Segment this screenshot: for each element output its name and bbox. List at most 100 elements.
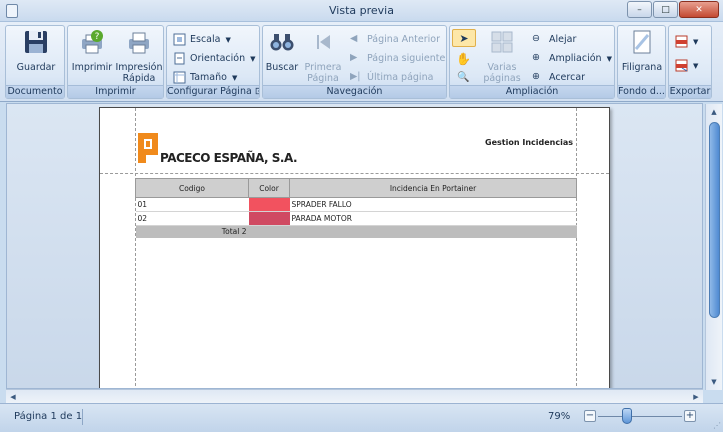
company-name: PACECO ESPAÑA, S.A. bbox=[160, 151, 298, 165]
vertical-scroll-thumb[interactable] bbox=[709, 122, 720, 318]
group-label-exportar: Exportar bbox=[669, 85, 711, 98]
group-imprimir: ? Imprimir Impresión Rápida Imprimir bbox=[67, 25, 164, 99]
orientation-icon bbox=[174, 52, 185, 65]
export-send-dropdown[interactable]: ▼ bbox=[675, 58, 698, 73]
column-header-color: Color bbox=[248, 178, 290, 198]
zoom-tool-button[interactable]: 🔍 bbox=[457, 70, 469, 85]
scroll-down-icon[interactable]: ▼ bbox=[706, 374, 722, 390]
zoom-in-icon: ⊕ bbox=[532, 71, 540, 82]
multiple-pages-icon bbox=[491, 31, 513, 53]
page-info: Página 1 de 1 bbox=[14, 411, 83, 422]
pagina-siguiente-button[interactable]: ▶ Página siguiente bbox=[350, 51, 445, 66]
chevron-down-icon: ▼ bbox=[693, 61, 699, 70]
print-help-icon: ? bbox=[82, 30, 103, 54]
group-label-fondo: Fondo d... bbox=[618, 85, 665, 98]
pdf-icon bbox=[675, 35, 688, 48]
group-label-imprimir: Imprimir bbox=[68, 85, 163, 98]
cell-incidencia: PARADA MOTOR bbox=[289, 211, 577, 226]
scroll-left-icon[interactable]: ◀ bbox=[6, 390, 20, 404]
zoom-out-button[interactable]: − bbox=[584, 410, 596, 422]
cell-color-swatch bbox=[248, 211, 290, 226]
chevron-down-icon: ▼ bbox=[606, 54, 612, 63]
close-button[interactable]: ✕ bbox=[679, 1, 719, 18]
export-mail-icon bbox=[675, 59, 688, 72]
quick-print-icon bbox=[129, 32, 149, 54]
last-page-icon: ▶| bbox=[350, 71, 361, 82]
margin-guide bbox=[100, 173, 609, 174]
buscar-button[interactable]: Buscar bbox=[265, 29, 299, 73]
ampliacion-dropdown[interactable]: ⊕ Ampliación ▼ bbox=[532, 51, 612, 66]
minimize-button[interactable]: – bbox=[627, 1, 652, 18]
scroll-up-icon[interactable]: ▲ bbox=[706, 104, 722, 120]
scale-icon bbox=[173, 33, 186, 46]
group-fondo: Filigrana Fondo d... bbox=[617, 25, 666, 99]
chevron-down-icon: ▼ bbox=[250, 54, 256, 63]
pagina-anterior-button[interactable]: ◀ Página Anterior bbox=[350, 32, 440, 47]
zoom-slider-thumb[interactable] bbox=[621, 408, 632, 424]
next-page-icon: ▶ bbox=[350, 52, 358, 63]
column-header-codigo: Codigo bbox=[135, 178, 249, 198]
window-title: Vista previa bbox=[329, 4, 394, 17]
resize-grip-icon[interactable]: ⋰ bbox=[713, 421, 721, 430]
cell-incidencia: SPRADER FALLO bbox=[289, 197, 577, 212]
filigrana-button[interactable]: Filigrana bbox=[619, 29, 665, 73]
table-row: 02 PARADA MOTOR bbox=[135, 211, 577, 226]
zoom-icon: ⊕ bbox=[532, 52, 540, 63]
varias-paginas-button[interactable]: Varias páginas bbox=[478, 29, 526, 84]
status-bar: Página 1 de 1 79% − + ⋰ bbox=[0, 403, 723, 432]
primera-pagina-button[interactable]: Primera Página bbox=[301, 29, 345, 84]
dialog-launcher-icon[interactable]: ⊡ bbox=[255, 86, 259, 97]
pointer-tool-button[interactable]: ➤ bbox=[452, 29, 476, 47]
margin-guide bbox=[135, 108, 136, 388]
imprimir-button[interactable]: ? Imprimir bbox=[70, 29, 114, 73]
report-title: Gestion Incidencias bbox=[485, 138, 573, 147]
impresion-rapida-button[interactable]: Impresión Rápida bbox=[115, 29, 163, 84]
horizontal-scrollbar[interactable]: ◀ ▶ bbox=[6, 389, 703, 403]
window-titlebar: Vista previa – □ ✕ bbox=[0, 0, 723, 22]
ultima-pagina-button[interactable]: ▶| Última página bbox=[350, 70, 433, 85]
tamano-dropdown[interactable]: Tamaño ▼ bbox=[173, 70, 237, 85]
group-label-configurar-pagina: Configurar Página ⊡ bbox=[167, 85, 259, 98]
document-preview-area[interactable]: PACECO ESPAÑA, S.A. Gestion Incidencias … bbox=[6, 103, 703, 389]
zoom-slider-track[interactable] bbox=[598, 416, 682, 417]
group-label-ampliacion: Ampliación bbox=[450, 85, 614, 98]
group-label-documento: Documento bbox=[6, 85, 64, 98]
save-icon bbox=[25, 31, 47, 53]
chevron-down-icon: ▼ bbox=[231, 73, 238, 82]
total-label: Total 2 bbox=[135, 225, 249, 238]
group-documento: Guardar Documento bbox=[5, 25, 65, 99]
margin-guide bbox=[576, 108, 577, 388]
table-total-row: Total 2 bbox=[135, 225, 577, 238]
table-row: 01 SPRADER FALLO bbox=[135, 197, 577, 212]
window-controls: – □ ✕ bbox=[627, 1, 719, 18]
group-exportar: ▼ ▼ Exportar bbox=[668, 25, 712, 99]
previous-page-icon: ◀ bbox=[350, 33, 358, 44]
hand-tool-button[interactable]: ✋ bbox=[456, 51, 471, 66]
hand-icon: ✋ bbox=[456, 51, 471, 66]
escala-dropdown[interactable]: Escala ▼ bbox=[173, 32, 231, 47]
zoom-level: 79% bbox=[548, 411, 571, 422]
export-pdf-dropdown[interactable]: ▼ bbox=[675, 34, 698, 49]
chevron-down-icon: ▼ bbox=[225, 35, 231, 44]
group-label-navegacion: Navegación bbox=[263, 85, 446, 98]
cell-color-swatch bbox=[248, 197, 290, 212]
alejar-button[interactable]: ⊖ Alejar bbox=[532, 32, 576, 47]
orientacion-dropdown[interactable]: Orientación ▼ bbox=[173, 51, 256, 66]
column-header-incidencia: Incidencia En Portainer bbox=[289, 178, 577, 198]
magnifier-icon: 🔍 bbox=[457, 72, 470, 83]
scroll-right-icon[interactable]: ▶ bbox=[689, 390, 703, 404]
first-page-icon bbox=[317, 35, 330, 49]
cell-codigo: 02 bbox=[135, 211, 249, 226]
guardar-button[interactable]: Guardar bbox=[11, 29, 61, 73]
vertical-scrollbar[interactable]: ▲ ▼ bbox=[705, 104, 722, 390]
report-page: PACECO ESPAÑA, S.A. Gestion Incidencias … bbox=[99, 107, 610, 388]
maximize-button[interactable]: □ bbox=[653, 1, 678, 18]
cell-codigo: 01 bbox=[135, 197, 249, 212]
zoom-in-button[interactable]: + bbox=[684, 410, 696, 422]
pointer-icon: ➤ bbox=[459, 31, 469, 45]
report-table: Codigo Color Incidencia En Portainer 01 … bbox=[135, 178, 577, 238]
page-size-icon bbox=[173, 71, 186, 84]
company-logo-icon bbox=[138, 133, 158, 163]
status-divider bbox=[82, 409, 83, 425]
acercar-button[interactable]: ⊕ Acercar bbox=[532, 70, 585, 85]
